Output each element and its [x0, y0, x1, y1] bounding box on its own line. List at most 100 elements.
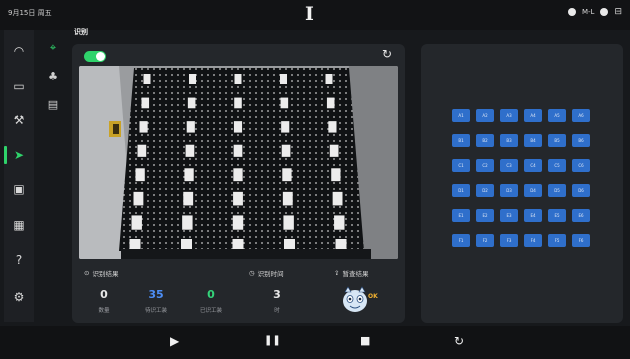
part-marker — [326, 97, 335, 109]
part-marker — [131, 215, 142, 230]
slot-a6[interactable]: A6 — [572, 109, 590, 122]
clock-icon: ◷ — [249, 269, 255, 277]
slot-f2[interactable]: F2 — [476, 234, 494, 247]
part-marker — [233, 144, 243, 157]
camera-image — [79, 66, 398, 259]
part-marker — [329, 144, 339, 157]
part-marker — [233, 168, 243, 182]
pause-button[interactable]: ❚❚ — [264, 335, 281, 346]
part-marker — [234, 74, 242, 84]
part-marker — [281, 121, 290, 133]
part-marker — [280, 97, 289, 109]
slot-panel — [421, 44, 623, 323]
slot-f5[interactable]: F5 — [548, 234, 566, 247]
slot-d4[interactable]: D4 — [524, 184, 542, 197]
slot-e2[interactable]: E2 — [476, 209, 494, 222]
slot-a3[interactable]: A3 — [500, 109, 518, 122]
menu-icon[interactable]: ⊟ — [614, 7, 622, 17]
play-button[interactable]: ▶ — [170, 334, 179, 348]
part-marker — [186, 121, 195, 133]
clock-icon — [567, 8, 576, 16]
slot-f1[interactable]: F1 — [452, 234, 470, 247]
part-marker — [281, 144, 291, 157]
slot-c1[interactable]: C1 — [452, 159, 470, 172]
refresh-icon[interactable]: ↻ — [382, 47, 392, 61]
stat-value: 0 — [207, 288, 215, 301]
part-marker — [280, 74, 287, 84]
recognition-toggle[interactable] — [84, 51, 106, 62]
slot-c6[interactable]: C6 — [572, 159, 590, 172]
part-marker — [282, 191, 293, 206]
mascot-image — [340, 285, 370, 313]
stop-button[interactable]: ■ — [360, 334, 370, 347]
slot-c3[interactable]: C3 — [500, 159, 518, 172]
verify-icon: ⇪ — [334, 269, 340, 277]
settings-icon[interactable]: ⚙ — [4, 286, 34, 308]
slot-f6[interactable]: F6 — [572, 234, 590, 247]
send-icon[interactable]: ➤ — [4, 144, 34, 166]
slot-d5[interactable]: D5 — [548, 184, 566, 197]
part-marker — [325, 74, 333, 84]
part-marker — [332, 191, 343, 206]
time-label: 识别时间 — [257, 270, 284, 278]
part-marker — [189, 74, 196, 84]
document-icon[interactable]: ▤ — [38, 94, 68, 114]
slot-b6[interactable]: B6 — [572, 134, 590, 147]
slot-e4[interactable]: E4 — [524, 209, 542, 222]
slot-b2[interactable]: B2 — [476, 134, 494, 147]
slot-f3[interactable]: F3 — [500, 234, 518, 247]
part-marker — [182, 215, 193, 230]
dashboard-icon[interactable]: ◠ — [4, 40, 34, 62]
box-icon[interactable]: ▭ — [4, 75, 34, 97]
part-marker — [139, 121, 148, 133]
slot-b1[interactable]: B1 — [452, 134, 470, 147]
tool-icon[interactable]: ⚒ — [4, 109, 34, 131]
slot-a4[interactable]: A4 — [524, 109, 542, 122]
slot-a5[interactable]: A5 — [548, 109, 566, 122]
slot-d3[interactable]: D3 — [500, 184, 518, 197]
scan-icon[interactable]: ⌖ — [38, 38, 68, 58]
part-marker — [187, 97, 196, 109]
part-marker — [282, 168, 292, 182]
stat-label: 待识工装 — [144, 308, 167, 314]
slot-c2[interactable]: C2 — [476, 159, 494, 172]
part-marker — [141, 97, 150, 109]
part-marker — [328, 121, 337, 133]
part-marker — [185, 144, 195, 157]
slot-a1[interactable]: A1 — [452, 109, 470, 122]
slot-e6[interactable]: E6 — [572, 209, 590, 222]
result-icon: ⊙ — [84, 269, 90, 277]
part-marker — [135, 168, 145, 182]
stat-label: 时 — [274, 308, 280, 314]
slot-f4[interactable]: F4 — [524, 234, 542, 247]
part-marker — [184, 168, 194, 182]
help-icon[interactable]: ? — [4, 249, 34, 271]
slot-c5[interactable]: C5 — [548, 159, 566, 172]
part-marker — [234, 97, 242, 109]
slot-e3[interactable]: E3 — [500, 209, 518, 222]
slot-a2[interactable]: A2 — [476, 109, 494, 122]
slot-b5[interactable]: B5 — [548, 134, 566, 147]
part-marker — [331, 168, 341, 182]
part-marker — [143, 74, 151, 84]
slot-d1[interactable]: D1 — [452, 184, 470, 197]
part-marker — [233, 121, 243, 133]
slot-e5[interactable]: E5 — [548, 209, 566, 222]
card-icon[interactable]: ▣ — [4, 178, 34, 200]
network-icon[interactable]: ♣ — [38, 66, 68, 86]
settings-dot-icon[interactable] — [600, 8, 609, 16]
app-logo: I — [305, 3, 314, 25]
control-bar — [0, 326, 630, 359]
part-marker — [233, 191, 243, 206]
slot-c4[interactable]: C4 — [524, 159, 542, 172]
reset-button[interactable]: ↻ — [454, 334, 464, 348]
slot-d2[interactable]: D2 — [476, 184, 494, 197]
slot-d6[interactable]: D6 — [572, 184, 590, 197]
slot-e1[interactable]: E1 — [452, 209, 470, 222]
slot-b3[interactable]: B3 — [500, 134, 518, 147]
slot-b4[interactable]: B4 — [524, 134, 542, 147]
verify-label: 暂查结果 — [342, 270, 369, 278]
status-bar: 9月15日 周五 I M-L ⊟ — [0, 0, 630, 30]
grid-icon[interactable]: ▦ — [4, 214, 34, 236]
part-marker — [283, 215, 294, 230]
